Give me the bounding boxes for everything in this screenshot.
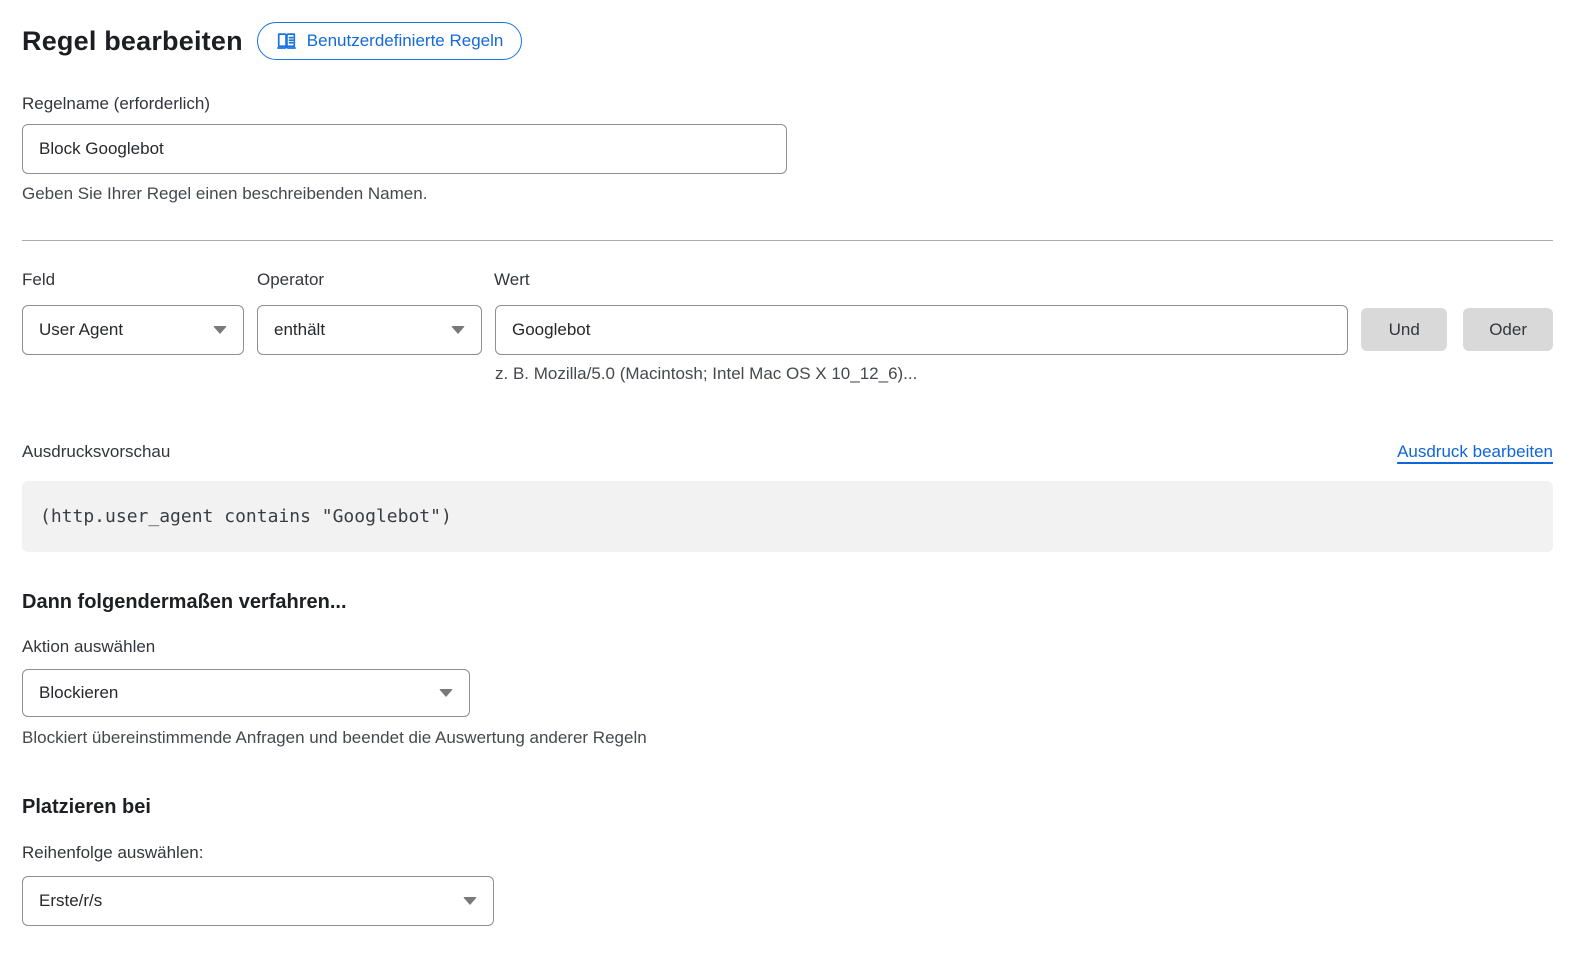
value-input[interactable] [495, 305, 1348, 355]
expression-code: (http.user_agent contains "Googlebot") [40, 506, 452, 527]
edit-expression-link[interactable]: Ausdruck bearbeiten [1397, 442, 1553, 462]
condition-row: User Agent enthält z. B. Mozilla/5.0 (Ma… [22, 305, 1553, 384]
chevron-down-icon [463, 897, 477, 905]
edit-rule-page: Regel bearbeiten Benutzerdefinierte Rege… [0, 0, 1570, 926]
value-column: z. B. Mozilla/5.0 (Macintosh; Intel Mac … [495, 305, 1348, 384]
action-select-value: Blockieren [39, 683, 118, 703]
operator-column: enthält [257, 305, 482, 384]
open-book-icon [276, 32, 297, 51]
action-select[interactable]: Blockieren [22, 669, 470, 717]
placement-order-select[interactable]: Erste/r/s [22, 876, 494, 926]
placement-section-heading: Platzieren bei [22, 796, 1553, 819]
operator-select-value: enthält [274, 320, 325, 340]
operator-select[interactable]: enthält [257, 305, 482, 355]
page-header: Regel bearbeiten Benutzerdefinierte Rege… [22, 20, 1553, 62]
expression-preview-label: Ausdrucksvorschau [22, 442, 170, 462]
condition-labels-row: Feld Operator Wert [22, 270, 1553, 290]
rule-name-input[interactable] [22, 124, 787, 174]
rule-name-label: Regelname (erforderlich) [22, 94, 1553, 114]
custom-rules-badge-label: Benutzerdefinierte Regeln [307, 31, 504, 51]
action-help: Blockiert übereinstimmende Anfragen und … [22, 728, 1553, 748]
logic-buttons: Und Oder [1361, 305, 1553, 384]
field-select[interactable]: User Agent [22, 305, 244, 355]
action-section-heading: Dann folgendermaßen verfahren... [22, 591, 1553, 614]
expression-preview-box: (http.user_agent contains "Googlebot") [22, 481, 1553, 552]
value-label: Wert [494, 270, 530, 290]
value-help: z. B. Mozilla/5.0 (Macintosh; Intel Mac … [495, 364, 1348, 384]
page-title: Regel bearbeiten [22, 26, 243, 57]
section-divider [22, 240, 1553, 241]
field-select-value: User Agent [39, 320, 123, 340]
expression-header: Ausdrucksvorschau Ausdruck bearbeiten [22, 442, 1553, 462]
operator-label: Operator [257, 270, 494, 290]
field-column: User Agent [22, 305, 244, 384]
chevron-down-icon [451, 326, 465, 334]
action-label: Aktion auswählen [22, 637, 1553, 657]
rule-name-help: Geben Sie Ihrer Regel einen beschreibend… [22, 184, 1553, 204]
chevron-down-icon [213, 326, 227, 334]
or-button[interactable]: Oder [1463, 308, 1553, 351]
placement-order-value: Erste/r/s [39, 891, 102, 911]
chevron-down-icon [439, 689, 453, 697]
field-label: Feld [22, 270, 257, 290]
and-button[interactable]: Und [1361, 308, 1447, 351]
custom-rules-badge[interactable]: Benutzerdefinierte Regeln [257, 22, 523, 60]
placement-order-label: Reihenfolge auswählen: [22, 843, 1553, 863]
rule-name-input-wrap [22, 124, 787, 174]
